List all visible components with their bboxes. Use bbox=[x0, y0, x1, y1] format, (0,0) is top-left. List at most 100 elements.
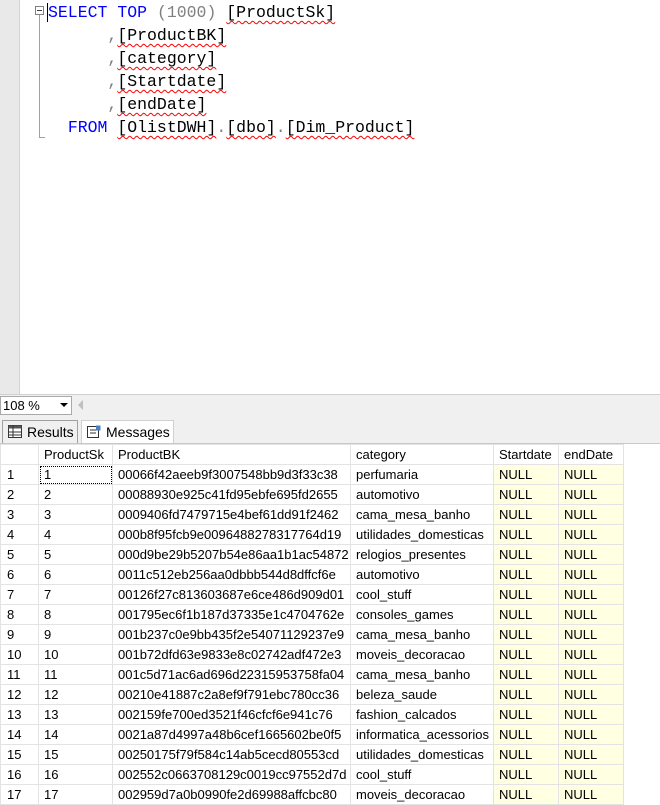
table-cell[interactable]: automotivo bbox=[350, 564, 494, 585]
table-row[interactable]: 13 13 002159fe700ed3521f46cfcf6e941c76 fash… bbox=[0, 704, 624, 725]
table-cell[interactable]: 8 bbox=[38, 604, 113, 625]
table-cell[interactable]: cool_stuff bbox=[350, 764, 494, 785]
table-cell[interactable]: 14 bbox=[38, 724, 113, 745]
table-row[interactable]: 1 1 00066f42aeeb9f3007548bb9d3f33c38 perfum… bbox=[0, 464, 624, 485]
table-cell[interactable]: 00066f42aeeb9f3007548bb9d3f33c38 bbox=[112, 464, 351, 485]
table-cell[interactable]: NULL bbox=[558, 644, 624, 665]
row-number[interactable]: 15 bbox=[0, 744, 39, 765]
table-cell[interactable]: 2 bbox=[38, 484, 113, 505]
table-cell[interactable]: 001795ec6f1b187d37335e1c4704762e bbox=[112, 604, 351, 625]
table-cell[interactable]: NULL bbox=[558, 504, 624, 525]
table-cell[interactable]: moveis_decoracao bbox=[350, 644, 494, 665]
table-row[interactable]: 2 2 00088930e925c41fd95ebfe695fd2655 automo… bbox=[0, 484, 624, 505]
table-row[interactable]: 10 10 001b72dfd63e9833e8c02742adf472e3 move… bbox=[0, 644, 624, 665]
row-number[interactable]: 3 bbox=[0, 504, 39, 525]
table-cell[interactable]: utilidades_domesticas bbox=[350, 524, 494, 545]
code-line[interactable]: SELECT TOP (1000) [ProductSk] bbox=[48, 1, 335, 24]
table-cell[interactable]: NULL bbox=[558, 784, 624, 805]
table-cell[interactable]: 7 bbox=[38, 584, 113, 605]
table-row[interactable]: 5 5 000d9be29b5207b54e86aa1b1ac54872 relogi… bbox=[0, 544, 624, 565]
query-editor[interactable]: SELECT TOP (1000) [ProductSk] ,[ProductB… bbox=[0, 0, 660, 394]
row-number[interactable]: 2 bbox=[0, 484, 39, 505]
row-number[interactable]: 10 bbox=[0, 644, 39, 665]
table-cell[interactable]: 13 bbox=[38, 704, 113, 725]
table-cell[interactable]: 00088930e925c41fd95ebfe695fd2655 bbox=[112, 484, 351, 505]
table-row[interactable]: 3 3 0009406fd7479715e4bef61dd91f2462 cama_m… bbox=[0, 504, 624, 525]
table-cell[interactable]: NULL bbox=[558, 464, 624, 485]
code-line[interactable]: FROM [OlistDWH].[dbo].[Dim_Product] bbox=[48, 116, 415, 139]
table-cell[interactable]: 0011c512eb256aa0dbbb544d8dffcf6e bbox=[112, 564, 351, 585]
table-cell[interactable]: cama_mesa_banho bbox=[350, 504, 494, 525]
table-cell[interactable]: 002159fe700ed3521f46cfcf6e941c76 bbox=[112, 704, 351, 725]
row-number[interactable]: 14 bbox=[0, 724, 39, 745]
table-cell[interactable]: 0009406fd7479715e4bef61dd91f2462 bbox=[112, 504, 351, 525]
table-row[interactable]: 8 8 001795ec6f1b187d37335e1c4704762e consol… bbox=[0, 604, 624, 625]
results-grid[interactable]: ProductSk ProductBK category Startdate e… bbox=[0, 444, 660, 805]
table-cell[interactable]: NULL bbox=[558, 524, 624, 545]
table-cell[interactable]: NULL bbox=[558, 684, 624, 705]
collapse-toggle-icon[interactable] bbox=[35, 6, 44, 15]
row-number-header[interactable] bbox=[0, 444, 39, 465]
table-cell[interactable]: moveis_decoracao bbox=[350, 784, 494, 805]
zoom-select[interactable]: 108 % bbox=[0, 396, 72, 415]
code-line[interactable]: ,[endDate] bbox=[48, 93, 206, 116]
table-cell[interactable]: 0021a87d4997a48b6cef1665602be0f5 bbox=[112, 724, 351, 745]
row-number[interactable]: 11 bbox=[0, 664, 39, 685]
table-cell[interactable]: cool_stuff bbox=[350, 584, 494, 605]
table-row[interactable]: 17 17 002959d7a0b0990fe2d69988affcbc80 move… bbox=[0, 784, 624, 805]
table-cell[interactable]: NULL bbox=[558, 584, 624, 605]
table-cell[interactable]: 9 bbox=[38, 624, 113, 645]
table-cell[interactable]: 6 bbox=[38, 564, 113, 585]
table-cell[interactable]: 16 bbox=[38, 764, 113, 785]
column-header[interactable]: Startdate bbox=[493, 444, 559, 465]
table-cell[interactable]: NULL bbox=[493, 544, 559, 565]
code-line[interactable]: ,[ProductBK] bbox=[48, 24, 226, 47]
column-header[interactable]: endDate bbox=[558, 444, 624, 465]
table-row[interactable]: 12 12 00210e41887c2a8ef9f791ebc780cc36 bele… bbox=[0, 684, 624, 705]
table-cell[interactable]: 00126f27c813603687e6ce486d909d01 bbox=[112, 584, 351, 605]
table-row[interactable]: 11 11 001c5d71ac6ad696d22315953758fa04 cama… bbox=[0, 664, 624, 685]
table-cell[interactable]: relogios_presentes bbox=[350, 544, 494, 565]
table-cell[interactable]: NULL bbox=[558, 624, 624, 645]
table-cell[interactable]: NULL bbox=[493, 564, 559, 585]
row-number[interactable]: 9 bbox=[0, 624, 39, 645]
column-header[interactable]: category bbox=[350, 444, 494, 465]
table-cell[interactable]: 001c5d71ac6ad696d22315953758fa04 bbox=[112, 664, 351, 685]
table-cell[interactable]: NULL bbox=[558, 724, 624, 745]
table-row[interactable]: 6 6 0011c512eb256aa0dbbb544d8dffcf6e automo… bbox=[0, 564, 624, 585]
table-cell[interactable]: NULL bbox=[493, 784, 559, 805]
row-number[interactable]: 13 bbox=[0, 704, 39, 725]
table-cell[interactable]: NULL bbox=[493, 604, 559, 625]
table-cell[interactable]: NULL bbox=[558, 564, 624, 585]
table-row[interactable]: 15 15 00250175f79f584c14ab5cecd80553cd util… bbox=[0, 744, 624, 765]
table-cell[interactable]: informatica_acessorios bbox=[350, 724, 494, 745]
table-cell[interactable]: utilidades_domesticas bbox=[350, 744, 494, 765]
row-number[interactable]: 17 bbox=[0, 784, 39, 805]
table-cell[interactable]: 1 bbox=[38, 464, 113, 485]
table-cell[interactable]: 17 bbox=[38, 784, 113, 805]
table-cell[interactable]: NULL bbox=[493, 584, 559, 605]
column-header[interactable]: ProductSk bbox=[38, 444, 113, 465]
table-cell[interactable]: NULL bbox=[493, 744, 559, 765]
chevron-down-icon[interactable] bbox=[60, 403, 68, 407]
table-row[interactable]: 9 9 001b237c0e9bb435f2e54071129237e9 cama_m… bbox=[0, 624, 624, 645]
table-cell[interactable]: NULL bbox=[558, 764, 624, 785]
table-cell[interactable]: NULL bbox=[493, 764, 559, 785]
table-cell[interactable]: 00210e41887c2a8ef9f791ebc780cc36 bbox=[112, 684, 351, 705]
table-cell[interactable]: NULL bbox=[493, 624, 559, 645]
table-cell[interactable]: NULL bbox=[493, 724, 559, 745]
table-cell[interactable]: 3 bbox=[38, 504, 113, 525]
table-cell[interactable]: 4 bbox=[38, 524, 113, 545]
table-cell[interactable]: NULL bbox=[558, 484, 624, 505]
table-cell[interactable]: 001b72dfd63e9833e8c02742adf472e3 bbox=[112, 644, 351, 665]
table-cell[interactable]: fashion_calcados bbox=[350, 704, 494, 725]
table-row[interactable]: 16 16 002552c0663708129c0019cc97552d7d cool… bbox=[0, 764, 624, 785]
table-cell[interactable]: 000b8f95fcb9e0096488278317764d19 bbox=[112, 524, 351, 545]
table-cell[interactable]: NULL bbox=[493, 504, 559, 525]
row-number[interactable]: 7 bbox=[0, 584, 39, 605]
table-row[interactable]: 4 4 000b8f95fcb9e0096488278317764d19 utilid… bbox=[0, 524, 624, 545]
row-number[interactable]: 4 bbox=[0, 524, 39, 545]
tab-messages[interactable]: Messages bbox=[81, 420, 174, 443]
table-cell[interactable]: cama_mesa_banho bbox=[350, 624, 494, 645]
table-cell[interactable]: NULL bbox=[493, 484, 559, 505]
